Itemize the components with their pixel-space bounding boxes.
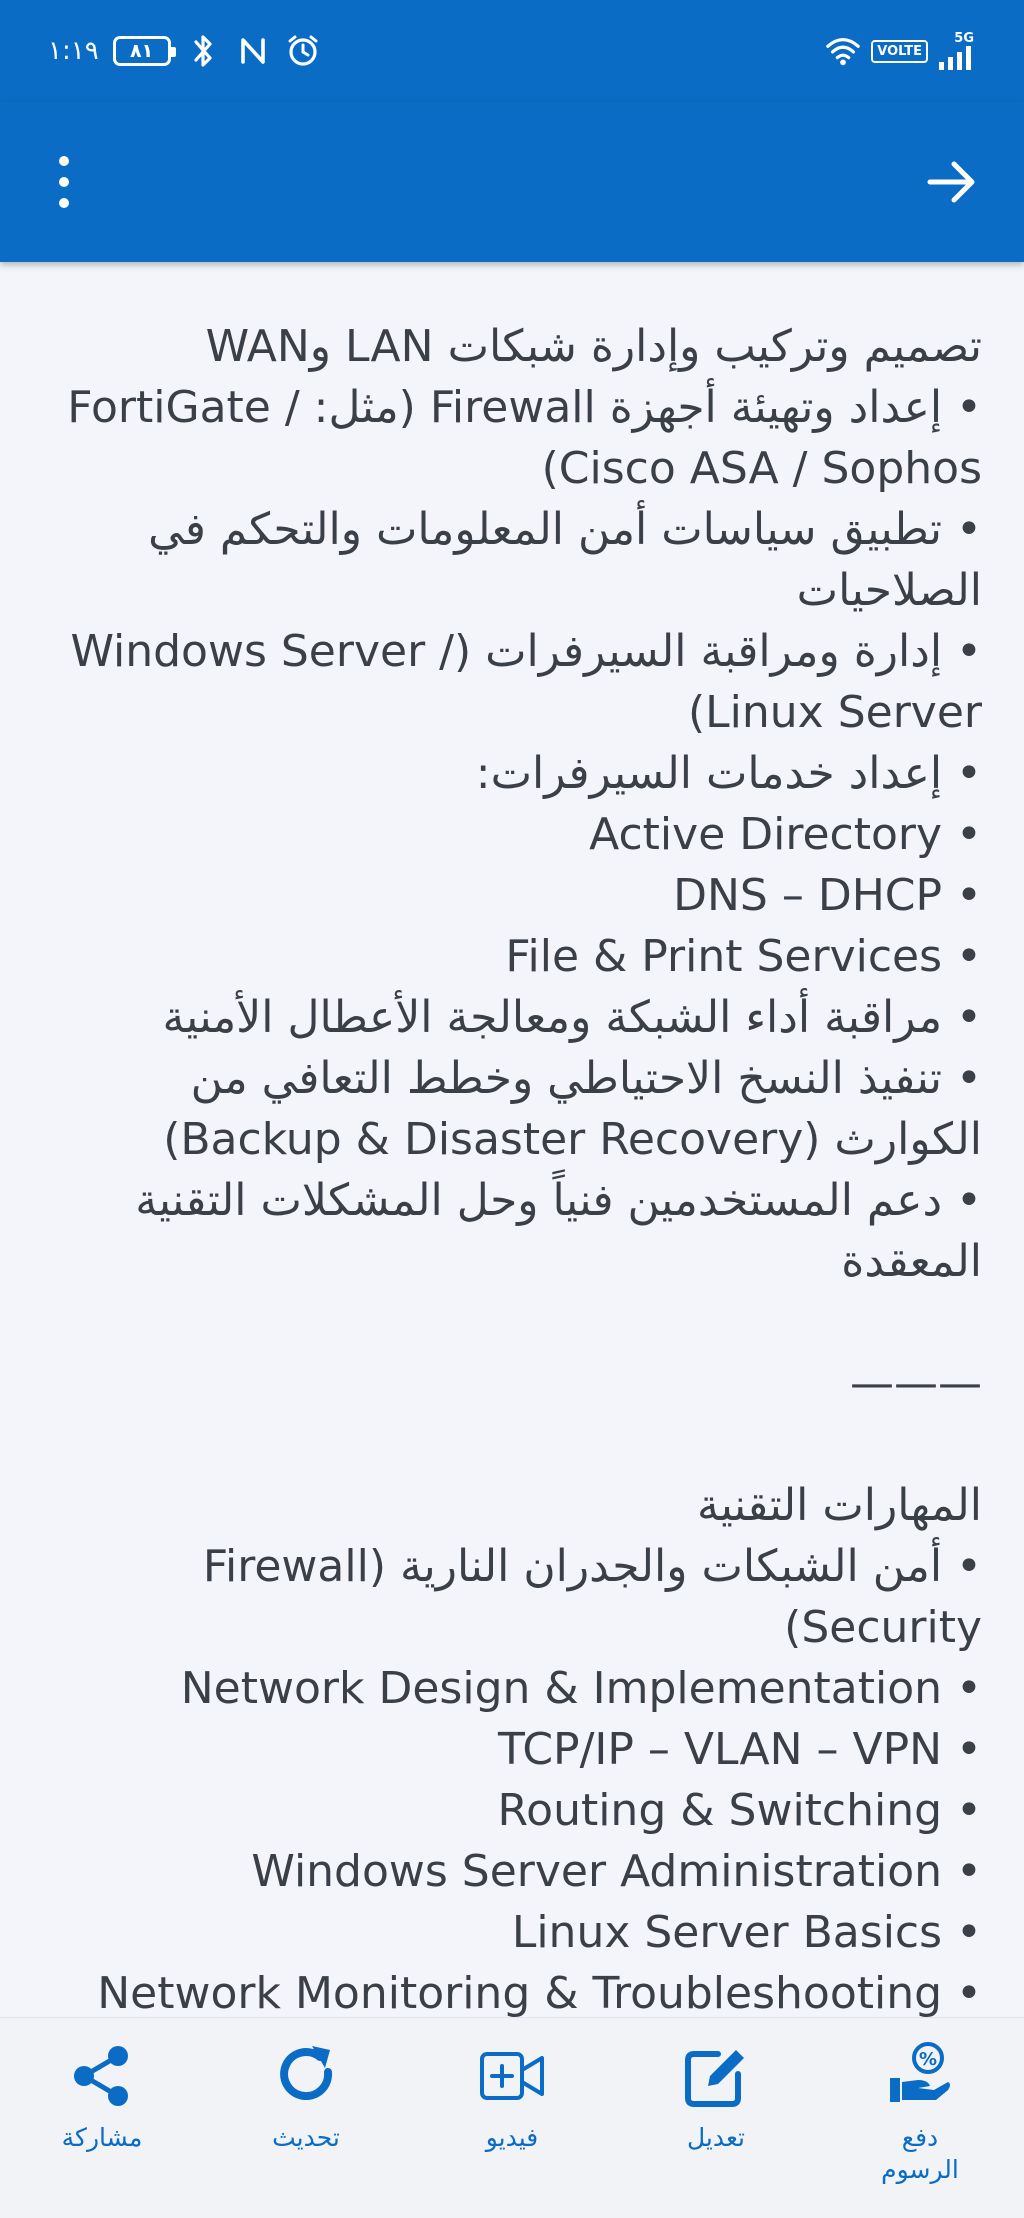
edit-icon	[685, 2050, 744, 2107]
share-button[interactable]: مشاركة	[2, 2040, 202, 2154]
content-text: تصميم وتركيب وإدارة شبكات LAN وWAN • إعد…	[67, 321, 982, 2017]
video-label: فيديو	[485, 2123, 539, 2152]
main-content[interactable]: تصميم وتركيب وإدارة شبكات LAN وWAN • إعد…	[0, 262, 1024, 2017]
share-icon	[74, 2046, 128, 2106]
pay-fees-button[interactable]: % دفع الرسوم	[820, 2040, 1020, 2186]
pay-fees-label: دفع الرسوم	[881, 2123, 959, 2184]
share-label: مشاركة	[61, 2123, 143, 2152]
volte-icon: VOLTE	[871, 39, 928, 63]
edit-button[interactable]: تعديل	[616, 2040, 816, 2154]
video-button[interactable]: فيديو	[412, 2040, 612, 2154]
video-add-icon	[480, 2052, 544, 2100]
app-bar	[0, 102, 1024, 262]
status-time: ١:١٩	[48, 36, 99, 66]
refresh-button[interactable]: تحديث	[206, 2040, 406, 2154]
network-type: 5G	[954, 30, 974, 46]
edit-label: تعديل	[686, 2123, 746, 2152]
bluetooth-icon	[185, 33, 221, 69]
status-bar-right: VOLTE 5G	[825, 28, 974, 74]
arrow-right-icon[interactable]	[924, 157, 980, 207]
battery-icon: ٨١	[112, 36, 176, 66]
refresh-label: تحديث	[272, 2123, 340, 2152]
refresh-icon	[280, 2046, 333, 2100]
battery-level: ٨١	[130, 40, 154, 62]
svg-text:%: %	[919, 2049, 937, 2070]
signal-icon: 5G	[938, 32, 974, 71]
pay-fees-icon: %	[890, 2042, 950, 2102]
more-vertical-icon[interactable]	[44, 152, 84, 212]
status-bar: ١:١٩ ٨١ VOLTE 5G	[0, 0, 1024, 102]
status-bar-left: ١:١٩ ٨١	[48, 28, 321, 74]
nfc-icon	[235, 33, 271, 69]
bottom-nav: مشاركة تحديث فيديو تعديل % دفع الرسوم	[0, 2017, 1024, 2218]
alarm-icon	[285, 33, 321, 69]
wifi-icon	[825, 33, 861, 69]
